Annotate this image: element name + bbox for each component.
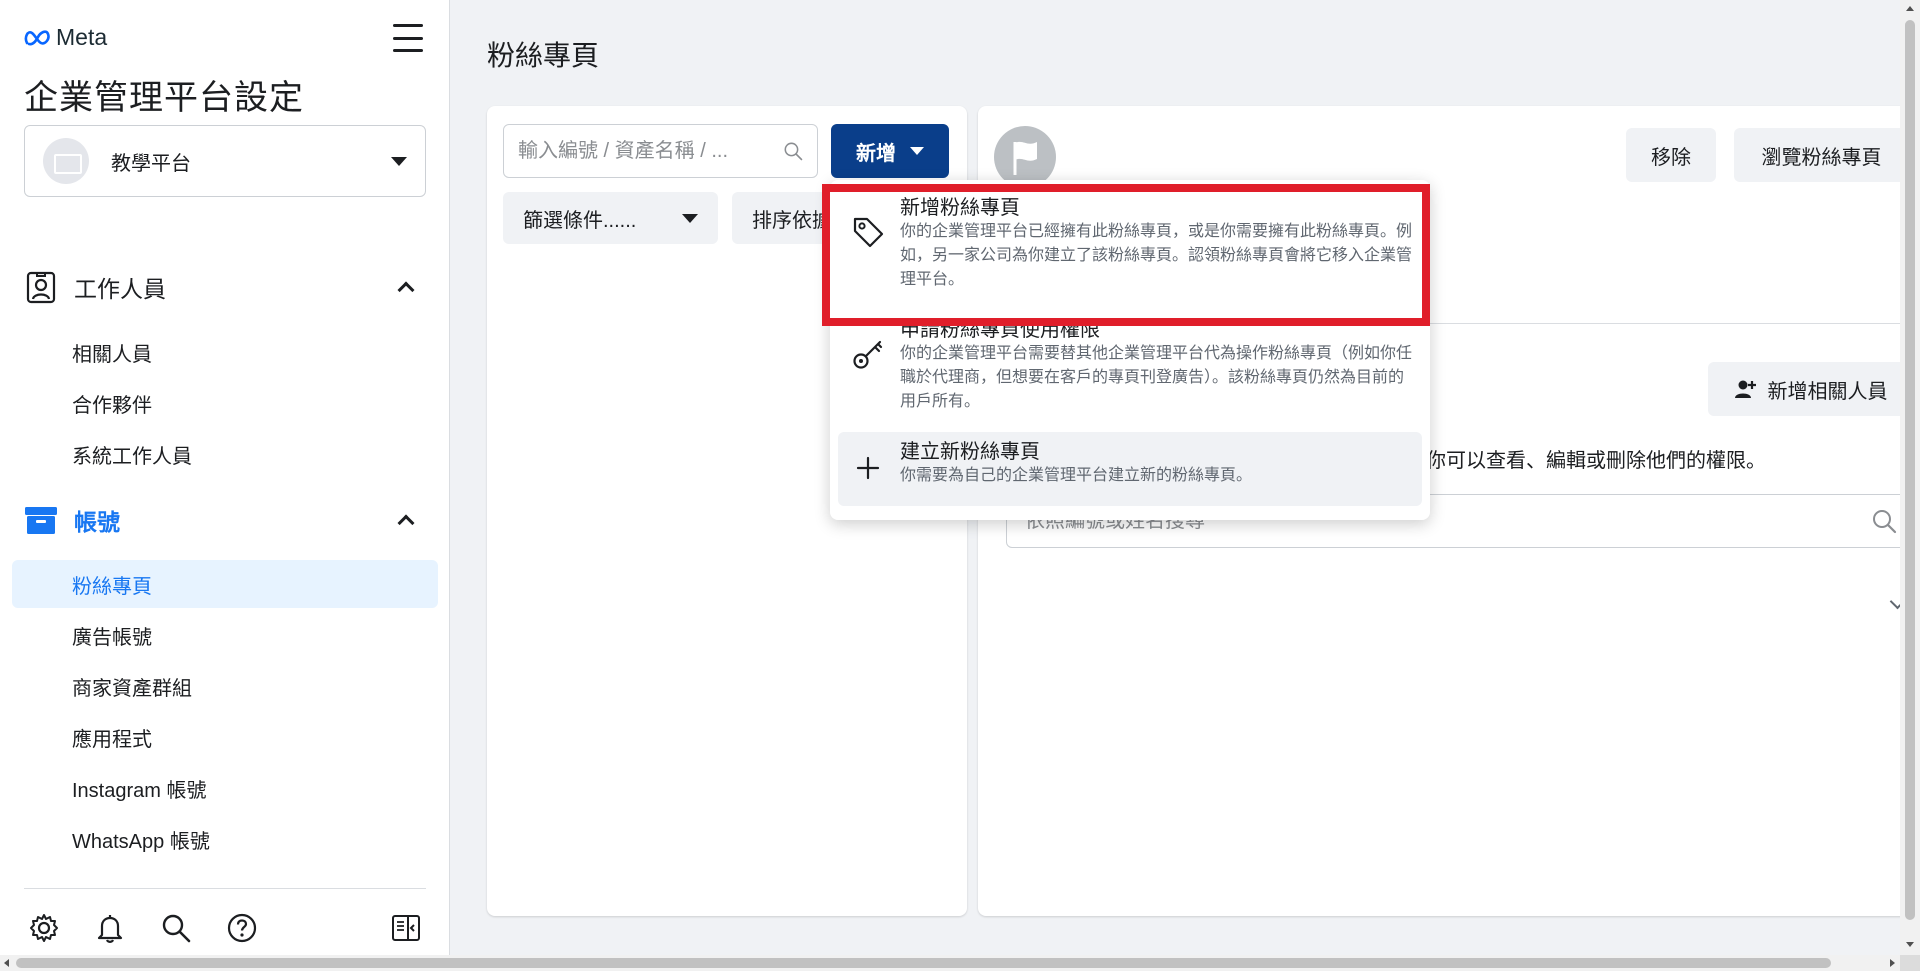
add-person-label: 新增相關人員 [1767, 380, 1888, 403]
meta-logo[interactable]: Meta [24, 24, 107, 51]
sidebar-footer [24, 910, 426, 946]
add-dropdown-menu: 新增粉絲專頁 你的企業管理平台已經擁有此粉絲專頁，或是你需要擁有此粉絲專頁。例如… [830, 180, 1430, 520]
menu-item-title: 新增粉絲專頁 [900, 197, 1020, 219]
add-person-icon [1734, 380, 1756, 398]
business-switcher[interactable]: 教學平台 [24, 125, 426, 197]
nav-group-people[interactable]: 工作人員 [24, 270, 434, 304]
business-avatar [43, 138, 89, 184]
search-icon[interactable] [158, 910, 194, 946]
chevron-up-icon [397, 514, 415, 532]
archive-box-icon [24, 503, 58, 537]
scroll-left-arrow-icon[interactable] [4, 959, 9, 967]
scroll-up-arrow-icon[interactable] [1906, 6, 1914, 11]
sidebar-item-asset-groups[interactable]: 商家資產群組 [12, 662, 438, 710]
search-icon [1873, 510, 1897, 534]
menu-item-request-access[interactable]: 申請粉絲專頁使用權限 你的企業管理平台需要替其他企業管理平台代為操作粉絲專頁（例… [838, 310, 1422, 432]
filter-button-label: 篩選條件...... [523, 209, 637, 232]
brand-name: Meta [56, 24, 108, 50]
bell-icon[interactable] [92, 910, 128, 946]
browse-page-button[interactable]: 瀏覽粉絲專頁 [1734, 128, 1909, 182]
sort-button-label: 排序依據 [752, 209, 832, 232]
caret-down-icon [682, 213, 698, 223]
page-title: 粉絲專頁 [487, 40, 600, 71]
menu-icon[interactable] [393, 24, 423, 52]
remove-button[interactable]: 移除 [1626, 128, 1716, 182]
tag-icon [848, 212, 888, 252]
panel-toggle-icon[interactable] [388, 910, 424, 946]
add-button-label: 新增 [856, 142, 896, 165]
search-icon [784, 142, 803, 161]
sidebar-item-instagram[interactable]: Instagram 帳號 [12, 764, 438, 812]
scrollbar-thumb[interactable] [1905, 20, 1915, 920]
scrollbar-thumb[interactable] [16, 958, 1831, 968]
id-badge-icon [24, 270, 58, 304]
caret-down-icon [910, 147, 924, 155]
sidebar-item-partners[interactable]: 合作夥伴 [12, 379, 438, 427]
gear-icon[interactable] [26, 910, 62, 946]
menu-item-description: 你需要為自己的企業管理平台建立新的粉絲專頁。 [900, 467, 1253, 484]
horizontal-scrollbar[interactable] [0, 955, 1900, 971]
sidebar-item-ad-accounts[interactable]: 廣告帳號 [12, 611, 438, 659]
page-avatar [994, 126, 1056, 188]
scrollbar-corner [1900, 955, 1920, 971]
asset-search-input[interactable] [518, 139, 783, 163]
plus-icon [848, 448, 888, 488]
help-icon[interactable] [224, 910, 260, 946]
sidebar: Meta 企業管理平台設定 教學平台 工作人員 相關人員 合作夥伴 系統工作人員… [0, 0, 450, 971]
chevron-up-icon [397, 281, 415, 299]
flag-icon [1013, 141, 1037, 175]
sidebar-item-pages[interactable]: 粉絲專頁 [12, 560, 438, 608]
menu-item-description: 你的企業管理平台已經擁有此粉絲專頁，或是你需要擁有此粉絲專頁。例如，另一家公司為… [900, 223, 1413, 288]
key-icon [848, 334, 888, 374]
nav-group-accounts[interactable]: 帳號 [24, 503, 434, 537]
add-button[interactable]: 新增 [831, 124, 949, 178]
sidebar-item-whatsapp[interactable]: WhatsApp 帳號 [12, 815, 438, 863]
menu-item-create-page[interactable]: 建立新粉絲專頁 你需要為自己的企業管理平台建立新的粉絲專頁。 [838, 432, 1422, 506]
asset-search-box[interactable] [503, 124, 818, 178]
app-title: 企業管理平台設定 [24, 79, 304, 117]
menu-item-title: 申請粉絲專頁使用權限 [900, 319, 1100, 341]
sidebar-item-system-users[interactable]: 系統工作人員 [12, 430, 438, 478]
sidebar-divider [24, 888, 426, 889]
nav-group-label: 帳號 [74, 509, 120, 535]
add-person-button[interactable]: 新增相關人員 [1708, 362, 1913, 416]
vertical-scrollbar[interactable] [1900, 0, 1920, 955]
menu-item-description: 你的企業管理平台需要替其他企業管理平台代為操作粉絲專頁（例如你任職於代理商，但想… [900, 345, 1413, 410]
meta-infinity-icon [24, 29, 50, 45]
menu-item-add-page[interactable]: 新增粉絲專頁 你的企業管理平台已經擁有此粉絲專頁，或是你需要擁有此粉絲專頁。例如… [838, 188, 1422, 310]
scroll-right-arrow-icon[interactable] [1890, 959, 1895, 967]
nav-group-label: 工作人員 [74, 276, 166, 302]
scroll-down-arrow-icon[interactable] [1906, 942, 1914, 947]
menu-item-title: 建立新粉絲專頁 [900, 441, 1040, 463]
business-name: 教學平台 [111, 152, 191, 175]
sidebar-item-people[interactable]: 相關人員 [12, 328, 438, 376]
people-description: 你可以查看、編輯或刪除他們的權限。 [1426, 450, 1766, 472]
filter-button[interactable]: 篩選條件...... [503, 192, 718, 244]
sidebar-item-apps[interactable]: 應用程式 [12, 713, 438, 761]
caret-down-icon [391, 156, 407, 166]
